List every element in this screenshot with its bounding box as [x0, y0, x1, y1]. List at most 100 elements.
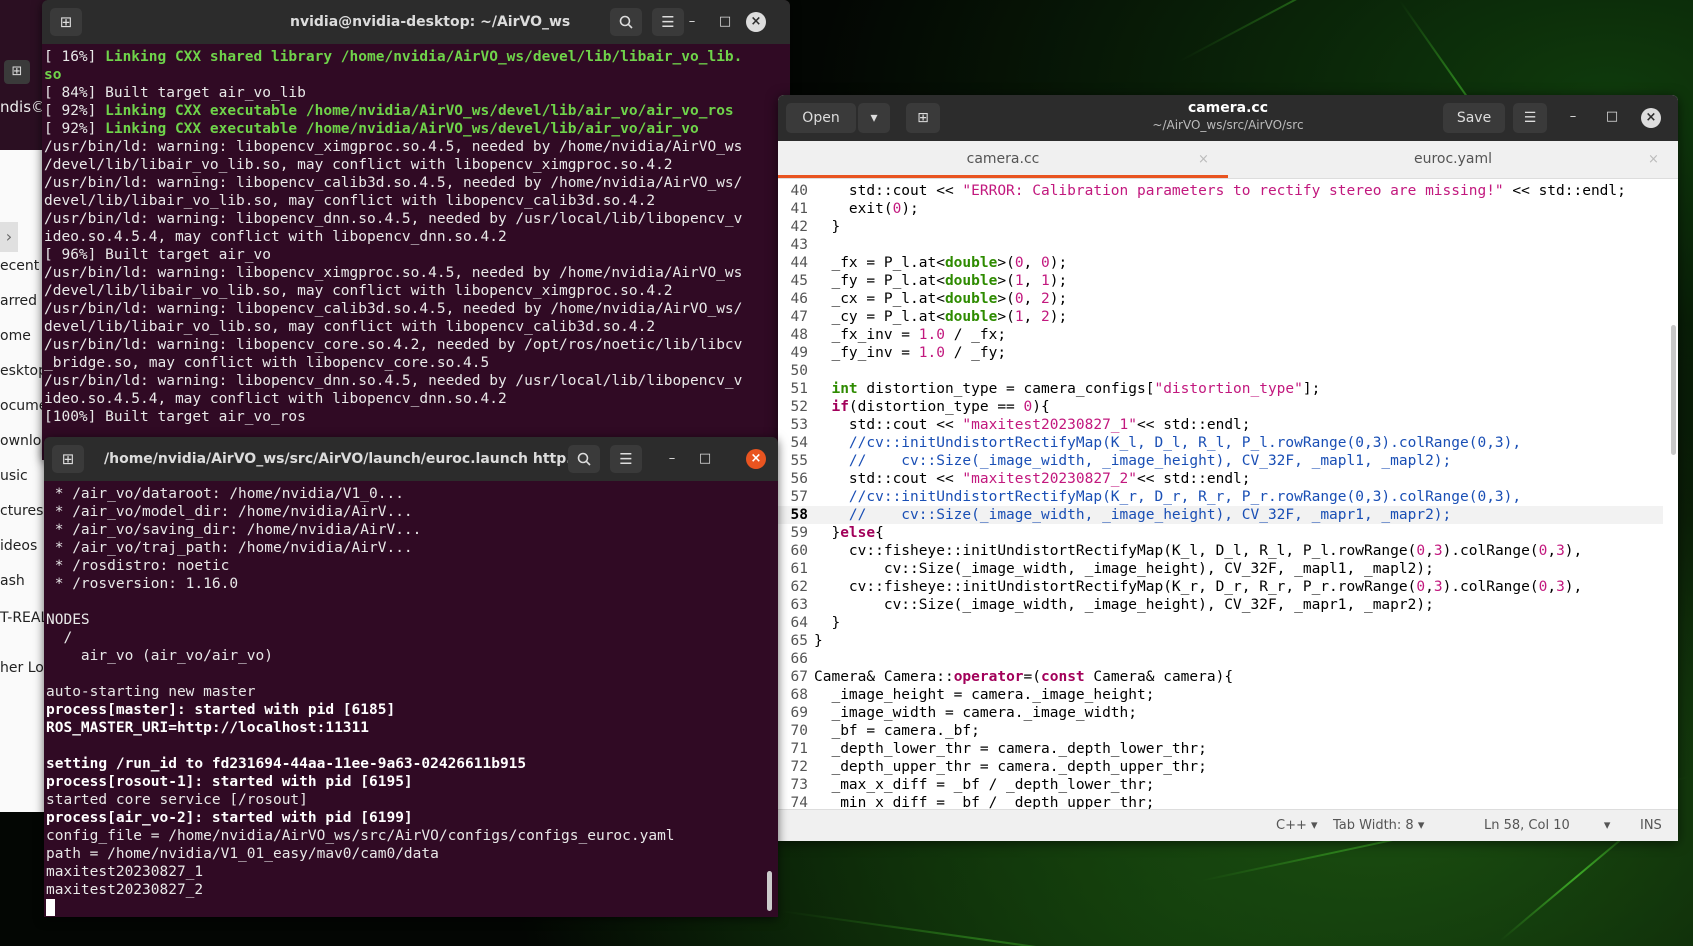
code-line[interactable]: 45 _fy = P_l.at<double>(1, 1);	[778, 272, 1663, 290]
new-tab-button[interactable]: ⊞	[52, 445, 84, 473]
menu-button[interactable]: ☰	[652, 8, 684, 36]
terminal-line: so	[44, 67, 62, 83]
code-line[interactable]: 66	[778, 650, 1663, 668]
terminal-title: nvidia@nvidia-desktop: ~/AirVO_ws	[290, 14, 571, 30]
code-line[interactable]: 70 _bf = camera._bf;	[778, 722, 1663, 740]
code-line[interactable]: 41 exit(0);	[778, 200, 1663, 218]
menu-button[interactable]: ☰	[610, 445, 642, 473]
terminal-scrollbar[interactable]	[767, 871, 772, 911]
code-line[interactable]: 42 }	[778, 218, 1663, 236]
terminal-output[interactable]: [ 16%] Linking CXX shared library /home/…	[42, 44, 790, 426]
terminal-launch-window: ⊞ /home/nvidia/AirVO_ws/src/AirVO/launch…	[44, 437, 778, 917]
terminal-line: maxitest20230827_2	[46, 882, 204, 898]
sidebar-item[interactable]: ctures	[0, 503, 43, 519]
line-number: 64	[790, 615, 808, 631]
close-button[interactable]: ×	[746, 12, 766, 32]
code-line[interactable]: 57 //cv::initUndistortRectifyMap(K_r, D_…	[778, 488, 1663, 506]
code-line[interactable]: 67 Camera& Camera::operator=(const Camera…	[778, 668, 1663, 686]
code-line[interactable]: 61 cv::Size(_image_width, _image_height)…	[778, 560, 1663, 578]
code-line[interactable]: 62 cv::fisheye::initUndistortRectifyMap(…	[778, 578, 1663, 596]
code-line[interactable]: 52 if(distortion_type == 0){	[778, 398, 1663, 416]
save-button[interactable]: Save	[1443, 103, 1505, 133]
tab-width-selector[interactable]: Tab Width: 8 ▾	[1333, 810, 1424, 841]
file-manager-header: ⊞ ndis©	[0, 0, 46, 150]
language-selector[interactable]: C++ ▾	[1276, 810, 1318, 841]
file-manager-path-label: ndis©	[0, 98, 46, 116]
minimize-button[interactable]: –	[662, 449, 682, 469]
code-line[interactable]: 74 _min_x_diff = _bf / _depth_upper_thr;	[778, 794, 1663, 810]
sidebar-item[interactable]: ideos	[0, 538, 37, 554]
terminal-line: ROS_MASTER_URI=http://localhost:11311	[46, 720, 370, 736]
sidebar-item[interactable]: T-REAL	[0, 610, 46, 626]
code-line[interactable]: 40 std::cout << "ERROR: Calibration para…	[778, 182, 1663, 200]
sidebar-item[interactable]: her Lo	[0, 660, 44, 676]
terminal-line: [ 16%] Linking CXX shared library /home/…	[44, 49, 743, 65]
search-button[interactable]	[568, 445, 600, 473]
terminal-line: /	[46, 630, 73, 646]
code-line[interactable]: 47 _cy = P_l.at<double>(1, 2);	[778, 308, 1663, 326]
code-line[interactable]: 71 _depth_lower_thr = camera._depth_lowe…	[778, 740, 1663, 758]
new-tab-icon[interactable]: ⊞	[4, 60, 30, 84]
maximize-button[interactable]: □	[695, 449, 715, 469]
sidebar-item[interactable]: ecent	[0, 258, 39, 274]
line-number: 60	[790, 543, 808, 559]
search-button[interactable]	[610, 8, 642, 36]
code-line[interactable]: 44 _fx = P_l.at<double>(0, 0);	[778, 254, 1663, 272]
minimize-button[interactable]: –	[682, 12, 702, 32]
line-number: 71	[790, 741, 808, 757]
terminal-line: /devel/lib/libair_vo_lib.so, may conflic…	[44, 157, 673, 173]
code-line[interactable]: 51 int distortion_type = camera_configs[…	[778, 380, 1663, 398]
code-line[interactable]: 69 _image_width = camera._image_width;	[778, 704, 1663, 722]
sidebar-item[interactable]: usic	[0, 468, 28, 484]
editor-scrollbar[interactable]	[1671, 325, 1676, 455]
code-line[interactable]: 49 _fy_inv = 1.0 / _fy;	[778, 344, 1663, 362]
close-button[interactable]: ×	[746, 449, 766, 469]
code-line[interactable]: 65}	[778, 632, 1663, 650]
sidebar-item[interactable]: ocume	[0, 398, 46, 414]
code-line[interactable]: 60 cv::fisheye::initUndistortRectifyMap(…	[778, 542, 1663, 560]
code-line[interactable]: 43	[778, 236, 1663, 254]
close-tab-icon[interactable]: ×	[1648, 141, 1659, 178]
line-number: 54	[790, 435, 808, 451]
code-editor[interactable]: 40 std::cout << "ERROR: Calibration para…	[778, 178, 1678, 810]
forward-button[interactable]: ›	[0, 222, 18, 252]
tab-euroc-yaml[interactable]: euroc.yaml	[1228, 141, 1678, 178]
menu-button[interactable]: ☰	[1513, 103, 1547, 133]
search-icon	[577, 452, 591, 466]
maximize-button[interactable]: □	[715, 12, 735, 32]
code-line[interactable]: 55 // cv::Size(_image_width, _image_heig…	[778, 452, 1663, 470]
sidebar-item[interactable]: ash	[0, 573, 25, 589]
line-number: 45	[790, 273, 808, 289]
code-line[interactable]: 72 _depth_upper_thr = camera._depth_uppe…	[778, 758, 1663, 776]
code-line[interactable]: 59 }else{	[778, 524, 1663, 542]
cursor-position[interactable]: Ln 58, Col 10 ▾	[1484, 810, 1610, 841]
maximize-button[interactable]: □	[1602, 107, 1622, 127]
sidebar-item[interactable]: arred	[0, 293, 37, 309]
code-line[interactable]: 56 std::cout << "maxitest20230827_2"<< s…	[778, 470, 1663, 488]
sidebar-item[interactable]: esktop	[0, 363, 46, 379]
terminal-line: process[air_vo-2]: started with pid [619…	[46, 810, 413, 826]
line-number: 63	[790, 597, 808, 613]
minimize-button[interactable]: –	[1563, 107, 1583, 127]
code-line[interactable]: 46 _cx = P_l.at<double>(0, 2);	[778, 290, 1663, 308]
terminal-line: process[master]: started with pid [6185]	[46, 702, 396, 718]
code-line[interactable]: 50	[778, 362, 1663, 380]
tab-camera-cc[interactable]: camera.cc	[778, 141, 1228, 178]
code-line[interactable]: 53 std::cout << "maxitest20230827_1"<< s…	[778, 416, 1663, 434]
line-number: 47	[790, 309, 808, 325]
code-line[interactable]: 58 // cv::Size(_image_width, _image_heig…	[778, 506, 1663, 524]
sidebar-item[interactable]: ome	[0, 328, 31, 344]
code-line[interactable]: 48 _fx_inv = 1.0 / _fx;	[778, 326, 1663, 344]
new-tab-button[interactable]: ⊞	[50, 8, 82, 36]
code-line[interactable]: 63 cv::Size(_image_width, _image_height)…	[778, 596, 1663, 614]
code-line[interactable]: 68 _image_height = camera._image_height;	[778, 686, 1663, 704]
code-line[interactable]: 73 _max_x_diff = _bf / _depth_lower_thr;	[778, 776, 1663, 794]
close-button[interactable]: ×	[1641, 108, 1661, 128]
terminal-line: ideo.so.4.5.4, may conflict with libopen…	[44, 391, 507, 407]
code-line[interactable]: 64 }	[778, 614, 1663, 632]
code-line[interactable]: 54 //cv::initUndistortRectifyMap(K_l, D_…	[778, 434, 1663, 452]
close-tab-icon[interactable]: ×	[1198, 141, 1209, 178]
terminal-output[interactable]: * /air_vo/dataroot: /home/nvidia/V1_0...…	[44, 481, 778, 899]
sidebar-item[interactable]: ownloa	[0, 433, 46, 449]
